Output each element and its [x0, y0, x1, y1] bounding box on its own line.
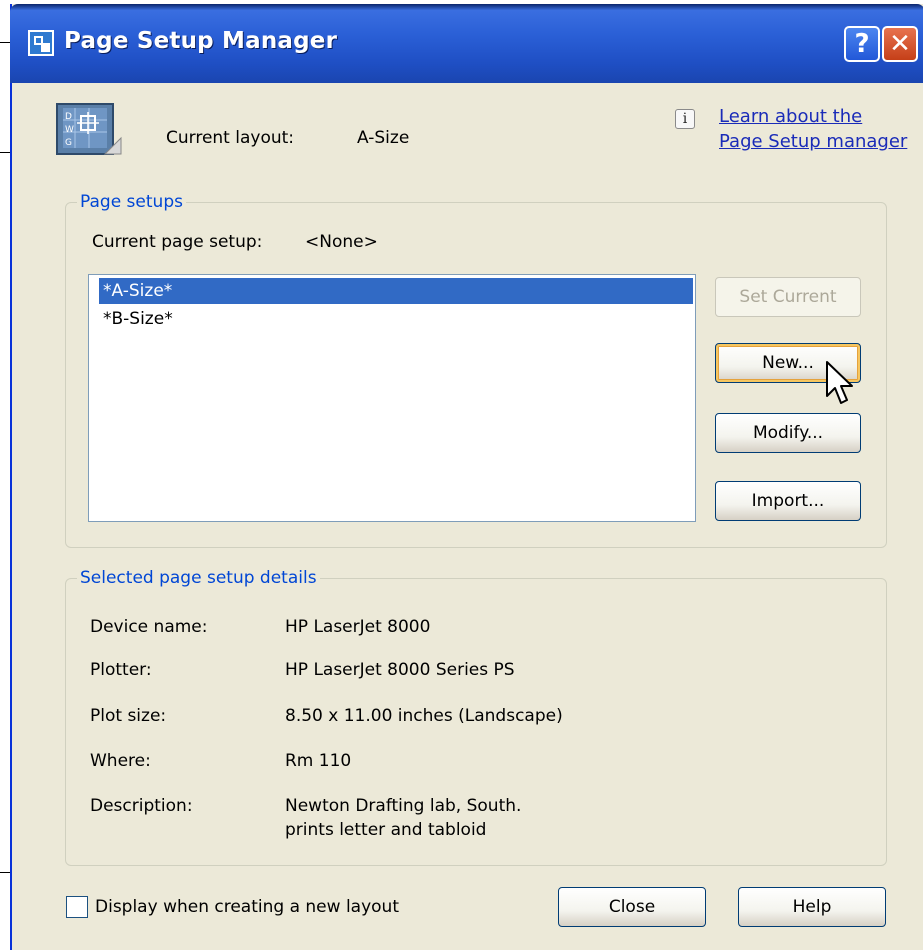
current-page-setup-label: Current page setup:: [92, 232, 263, 252]
learn-about-link-line1[interactable]: Learn about the: [719, 106, 862, 127]
description-label: Description:: [90, 796, 193, 816]
edge-tick: [0, 152, 10, 153]
modify-button[interactable]: Modify...: [715, 413, 861, 453]
help-button[interactable]: Help: [738, 887, 886, 927]
layout-drawing-icon: D W G: [56, 103, 122, 155]
autocad-app-icon: [28, 30, 54, 56]
page-setups-list[interactable]: *A-Size* *B-Size*: [88, 274, 696, 522]
close-caption-button[interactable]: ✕: [882, 26, 918, 62]
edge-tick: [0, 872, 10, 873]
details-group-title: Selected page setup details: [77, 568, 320, 588]
close-button[interactable]: Close: [558, 887, 706, 927]
description-value-line1: Newton Drafting lab, South.: [285, 796, 522, 816]
mouse-cursor-icon: [826, 361, 853, 404]
plotter-label: Plotter:: [90, 660, 152, 680]
display-new-layout-label[interactable]: Display when creating a new layout: [95, 897, 399, 917]
current-layout-value: A-Size: [357, 128, 410, 148]
set-current-button[interactable]: Set Current: [715, 277, 861, 317]
window-title: Page Setup Manager: [64, 28, 338, 54]
plotter-value: HP LaserJet 8000 Series PS: [285, 660, 515, 680]
svg-text:W: W: [65, 125, 74, 135]
plot-size-value: 8.50 x 11.00 inches (Landscape): [285, 706, 563, 726]
current-layout-label: Current layout:: [166, 128, 295, 148]
list-item[interactable]: *B-Size*: [99, 306, 693, 332]
where-label: Where:: [90, 751, 151, 771]
edge-tick: [0, 42, 10, 43]
description-value-line2: prints letter and tabloid: [285, 820, 487, 840]
info-icon: i: [675, 109, 695, 129]
list-item[interactable]: *A-Size*: [99, 278, 693, 304]
help-caption-button[interactable]: ?: [844, 26, 880, 62]
import-button[interactable]: Import...: [715, 481, 861, 521]
plot-size-label: Plot size:: [90, 706, 167, 726]
title-bar[interactable]: Page Setup Manager ? ✕: [10, 4, 923, 83]
device-name-value: HP LaserJet 8000: [285, 617, 431, 637]
svg-text:G: G: [65, 138, 72, 148]
svg-text:D: D: [65, 112, 72, 122]
page-setups-group-title: Page setups: [77, 192, 186, 212]
device-name-label: Device name:: [90, 617, 208, 637]
learn-about-link-line2[interactable]: Page Setup manager: [719, 131, 907, 152]
current-page-setup-value: <None>: [305, 232, 378, 252]
display-new-layout-checkbox[interactable]: [66, 896, 88, 918]
where-value: Rm 110: [285, 751, 352, 771]
